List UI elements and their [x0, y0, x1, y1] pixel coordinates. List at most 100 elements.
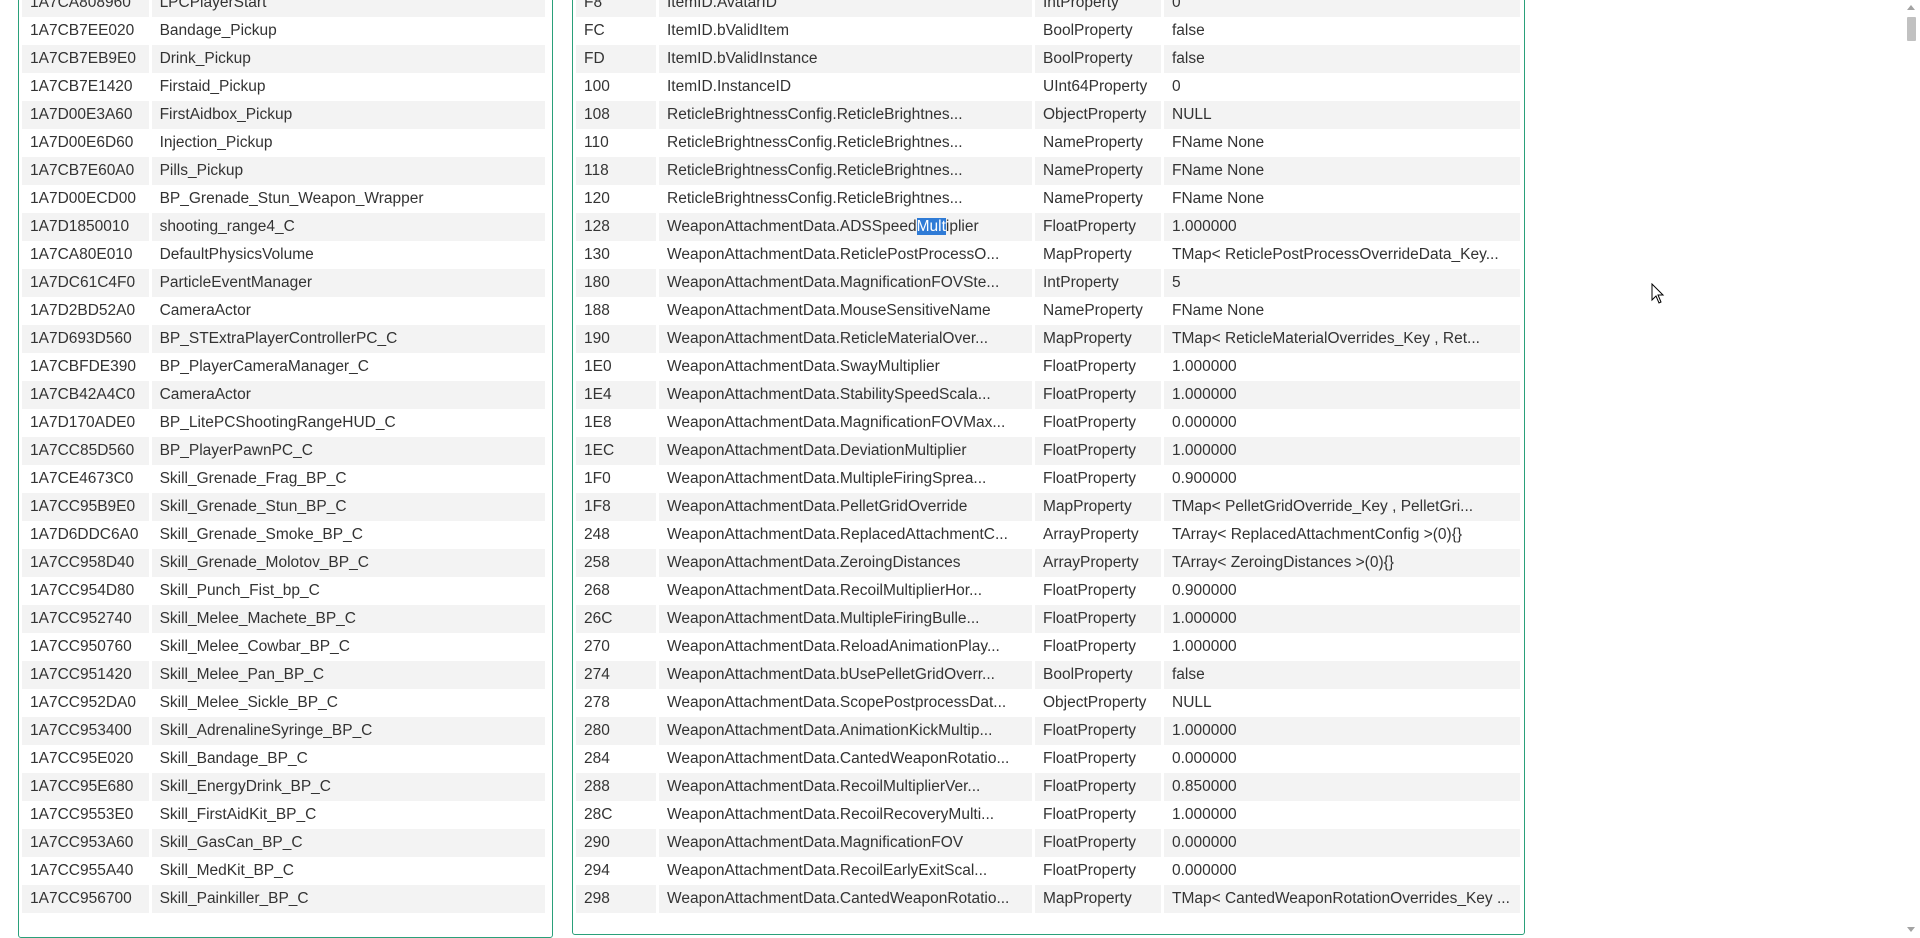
property-row[interactable]: 1E4 WeaponAttachmentData.StabilitySpeedSc…: [576, 381, 1520, 409]
object-row[interactable]: 1A7D6DDC6A0 Skill_Grenade_Smoke_BP_C: [22, 521, 545, 549]
object-row[interactable]: 1A7CC953A60 Skill_GasCan_BP_C: [22, 829, 545, 857]
scroll-up-arrow-icon[interactable]: [1907, 5, 1915, 10]
property-row[interactable]: 28C WeaponAttachmentData.RecoilRecoveryMu…: [576, 801, 1520, 829]
property-value: 1.000000: [1164, 801, 1520, 829]
property-row[interactable]: FC ItemID.bValidItem BoolProperty false: [576, 17, 1520, 45]
object-row[interactable]: 1A7D1850010 shooting_range4_C: [22, 213, 545, 241]
property-row[interactable]: 270 WeaponAttachmentData.ReloadAnimationP…: [576, 633, 1520, 661]
object-name: FirstAidbox_Pickup: [151, 101, 545, 129]
property-value: false: [1164, 661, 1520, 689]
property-row[interactable]: 1F8 WeaponAttachmentData.PelletGridOverri…: [576, 493, 1520, 521]
object-row[interactable]: 1A7D00E6D60 Injection_Pickup: [22, 129, 545, 157]
object-address: 1A7CE4673C0: [22, 465, 149, 493]
properties-table: F8 ItemID.AvatarID IntProperty 0 FC ItemID.bV…: [573, 0, 1523, 913]
property-name-text: iplier: [945, 218, 979, 235]
object-name: Skill_AdrenalineSyringe_BP_C: [151, 717, 545, 745]
property-row[interactable]: 118 ReticleBrightnessConfig.ReticleBright…: [576, 157, 1520, 185]
property-row[interactable]: 268 WeaponAttachmentData.RecoilMultiplier…: [576, 577, 1520, 605]
object-row[interactable]: 1A7CC950760 Skill_Melee_Cowbar_BP_C: [22, 633, 545, 661]
object-row[interactable]: 1A7D2BD52A0 CameraActor: [22, 297, 545, 325]
object-row[interactable]: 1A7CC95E680 Skill_EnergyDrink_BP_C: [22, 773, 545, 801]
property-row[interactable]: 26C WeaponAttachmentData.MultipleFiringBu…: [576, 605, 1520, 633]
object-row[interactable]: 1A7D693D560 BP_STExtraPlayerControllerPC_…: [22, 325, 545, 353]
object-row[interactable]: 1A7CB7EE020 Bandage_Pickup: [22, 17, 545, 45]
property-row[interactable]: 1F0 WeaponAttachmentData.MultipleFiringSp…: [576, 465, 1520, 493]
object-row[interactable]: 1A7CB7EB9E0 Drink_Pickup: [22, 45, 545, 73]
scroll-down-arrow-icon[interactable]: [1907, 927, 1915, 932]
page-scrollbar[interactable]: [1903, 0, 1920, 937]
object-row[interactable]: 1A7CB7E1420 Firstaid_Pickup: [22, 73, 545, 101]
object-row[interactable]: 1A7CC85D560 BP_PlayerPawnPC_C: [22, 437, 545, 465]
property-row[interactable]: FD ItemID.bValidInstance BoolProperty false: [576, 45, 1520, 73]
object-row[interactable]: 1A7CC9553E0 Skill_FirstAidKit_BP_C: [22, 801, 545, 829]
property-value: TArray< ZeroingDistances >(0){}: [1164, 549, 1520, 577]
property-row[interactable]: 288 WeaponAttachmentData.RecoilMultiplier…: [576, 773, 1520, 801]
object-address: 1A7CC951420: [22, 661, 149, 689]
property-row[interactable]: 248 WeaponAttachmentData.ReplacedAttachme…: [576, 521, 1520, 549]
property-name: WeaponAttachmentData.MagnificationFOV: [659, 829, 1032, 857]
object-row[interactable]: 1A7CE4673C0 Skill_Grenade_Frag_BP_C: [22, 465, 545, 493]
object-row[interactable]: 1A7D00E3A60 FirstAidbox_Pickup: [22, 101, 545, 129]
object-name: LPCPlayerStart: [151, 0, 545, 17]
property-row[interactable]: 258 WeaponAttachmentData.ZeroingDistances…: [576, 549, 1520, 577]
property-row[interactable]: 180 WeaponAttachmentData.MagnificationFOV…: [576, 269, 1520, 297]
property-row[interactable]: 1E0 WeaponAttachmentData.SwayMultiplier Fl…: [576, 353, 1520, 381]
object-row[interactable]: 1A7CC953400 Skill_AdrenalineSyringe_BP_C: [22, 717, 545, 745]
object-address: 1A7D00E3A60: [22, 101, 149, 129]
object-row[interactable]: 1A7DC61C4F0 ParticleEventManager: [22, 269, 545, 297]
object-row[interactable]: 1A7CA808960 LPCPlayerStart: [22, 0, 545, 17]
property-name: WeaponAttachmentData.bUsePelletGridOverr…: [659, 661, 1032, 689]
object-name: Skill_MedKit_BP_C: [151, 857, 545, 885]
property-name: WeaponAttachmentData.CantedWeaponRotatio…: [659, 885, 1032, 913]
property-row[interactable]: 280 WeaponAttachmentData.AnimationKickMul…: [576, 717, 1520, 745]
objects-panel: 1A7CA808960 LPCPlayerStart 1A7CB7EE020 Band…: [18, 0, 553, 938]
object-row[interactable]: 1A7CC955A40 Skill_MedKit_BP_C: [22, 857, 545, 885]
property-type: BoolProperty: [1035, 661, 1161, 689]
object-row[interactable]: 1A7CC95E020 Skill_Bandage_BP_C: [22, 745, 545, 773]
scrollbar-thumb[interactable]: [1907, 17, 1916, 41]
object-row[interactable]: 1A7CB42A4C0 CameraActor: [22, 381, 545, 409]
property-row[interactable]: 278 WeaponAttachmentData.ScopePostprocess…: [576, 689, 1520, 717]
object-row[interactable]: 1A7D170ADE0 BP_LitePCShootingRangeHUD_C: [22, 409, 545, 437]
object-address: 1A7CB42A4C0: [22, 381, 149, 409]
property-type: FloatProperty: [1035, 409, 1161, 437]
property-row[interactable]: 130 WeaponAttachmentData.ReticlePostProce…: [576, 241, 1520, 269]
property-row[interactable]: 190 WeaponAttachmentData.ReticleMaterialO…: [576, 325, 1520, 353]
object-row[interactable]: 1A7CC95B9E0 Skill_Grenade_Stun_BP_C: [22, 493, 545, 521]
object-address: 1A7D693D560: [22, 325, 149, 353]
object-row[interactable]: 1A7CBFDE390 BP_PlayerCameraManager_C: [22, 353, 545, 381]
property-offset: 118: [576, 157, 656, 185]
property-row[interactable]: 1E8 WeaponAttachmentData.MagnificationFOV…: [576, 409, 1520, 437]
property-row[interactable]: 128 WeaponAttachmentData.ADSSpeedMultipli…: [576, 213, 1520, 241]
property-offset: 298: [576, 885, 656, 913]
property-row[interactable]: 188 WeaponAttachmentData.MouseSensitiveNa…: [576, 297, 1520, 325]
object-row[interactable]: 1A7CA80E010 DefaultPhysicsVolume: [22, 241, 545, 269]
object-row[interactable]: 1A7CB7E60A0 Pills_Pickup: [22, 157, 545, 185]
object-row[interactable]: 1A7CC954D80 Skill_Punch_Fist_bp_C: [22, 577, 545, 605]
property-row[interactable]: 110 ReticleBrightnessConfig.ReticleBright…: [576, 129, 1520, 157]
property-row[interactable]: 274 WeaponAttachmentData.bUsePelletGridOv…: [576, 661, 1520, 689]
property-name: WeaponAttachmentData.RecoilEarlyExitScal…: [659, 857, 1032, 885]
property-value: 0: [1164, 73, 1520, 101]
object-row[interactable]: 1A7CC952DA0 Skill_Melee_Sickle_BP_C: [22, 689, 545, 717]
property-offset: 290: [576, 829, 656, 857]
object-name: Skill_Grenade_Molotov_BP_C: [151, 549, 545, 577]
property-row[interactable]: 100 ItemID.InstanceID UInt64Property 0: [576, 73, 1520, 101]
property-row[interactable]: 294 WeaponAttachmentData.RecoilEarlyExitS…: [576, 857, 1520, 885]
object-row[interactable]: 1A7CC951420 Skill_Melee_Pan_BP_C: [22, 661, 545, 689]
property-row[interactable]: 108 ReticleBrightnessConfig.ReticleBright…: [576, 101, 1520, 129]
object-row[interactable]: 1A7CC958D40 Skill_Grenade_Molotov_BP_C: [22, 549, 545, 577]
property-row[interactable]: 290 WeaponAttachmentData.MagnificationFOV…: [576, 829, 1520, 857]
property-row[interactable]: 298 WeaponAttachmentData.CantedWeaponRota…: [576, 885, 1520, 913]
property-name-text: WeaponAttachmentData.ADSSpeed: [667, 218, 917, 235]
object-row[interactable]: 1A7D00ECD00 BP_Grenade_Stun_Weapon_Wrappe…: [22, 185, 545, 213]
property-value: false: [1164, 45, 1520, 73]
object-address: 1A7CC958D40: [22, 549, 149, 577]
property-row[interactable]: 1EC WeaponAttachmentData.DeviationMultipl…: [576, 437, 1520, 465]
property-row[interactable]: 120 ReticleBrightnessConfig.ReticleBright…: [576, 185, 1520, 213]
object-row[interactable]: 1A7CC952740 Skill_Melee_Machete_BP_C: [22, 605, 545, 633]
property-row[interactable]: 284 WeaponAttachmentData.CantedWeaponRota…: [576, 745, 1520, 773]
property-row[interactable]: F8 ItemID.AvatarID IntProperty 0: [576, 0, 1520, 17]
object-row[interactable]: 1A7CC956700 Skill_Painkiller_BP_C: [22, 885, 545, 913]
property-type: FloatProperty: [1035, 745, 1161, 773]
